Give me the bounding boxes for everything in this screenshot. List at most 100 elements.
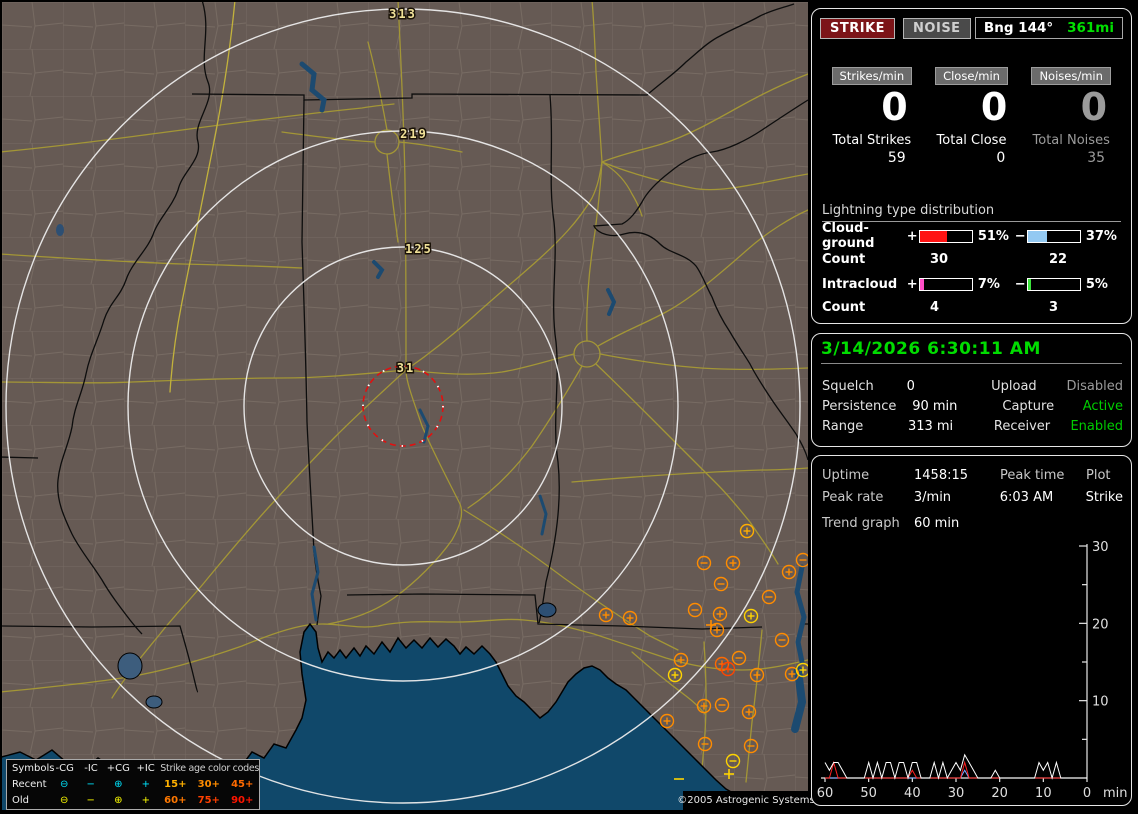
peak-time-value: 6:03 AM bbox=[999, 489, 1054, 505]
status-grid: Squelch 0 Upload Disabled Persistence 90 min C… bbox=[822, 376, 1123, 436]
counter-column: Close/min 0 Total Close 0 bbox=[922, 67, 1022, 166]
legend-age-label: Recent bbox=[12, 778, 47, 790]
uptime-value: 1458:15 bbox=[914, 467, 969, 483]
negative-count: 3 bbox=[1049, 299, 1059, 315]
rate-counters: Strikes/min 0 Total Strikes 59 Close/min 0 Tot… bbox=[822, 67, 1121, 166]
total-value: 0 bbox=[996, 149, 1006, 166]
trend-graph-window: 60 min bbox=[914, 516, 960, 531]
legend-symbols-header: Symbols bbox=[12, 762, 55, 774]
noises-per-min-button[interactable]: Noises/min bbox=[1031, 67, 1111, 85]
x-tick-label: 50 bbox=[860, 786, 877, 801]
status-label: Receiver bbox=[993, 418, 1051, 434]
status-value: Active bbox=[1082, 398, 1123, 414]
status-label: Capture bbox=[1002, 398, 1055, 414]
status-row: Persistence 90 min Capture Active bbox=[822, 396, 1123, 416]
distribution-row: Cloud-ground +51% − 37% bbox=[822, 221, 1121, 251]
negative-bar bbox=[1027, 229, 1081, 243]
rate-value: 0 bbox=[1080, 85, 1108, 129]
ring-distance-label: 313 bbox=[389, 7, 417, 21]
positive-count: 4 bbox=[930, 299, 940, 315]
legend-age-value: 90+ bbox=[231, 794, 254, 806]
legend-age-value: 75+ bbox=[197, 794, 220, 806]
total-value: 59 bbox=[887, 149, 906, 166]
legend-row: Old ⊖ − ⊕ +60+ 75+ 90+ bbox=[7, 792, 259, 808]
legend-age-label: Old bbox=[12, 794, 29, 806]
negative-percent: 37% bbox=[1085, 228, 1117, 244]
distribution-type-label: Cloud-ground bbox=[822, 221, 875, 251]
plus-sign: + bbox=[906, 276, 918, 292]
session-panel: Uptime 1458:15 Peak time Plot Peak rate … bbox=[811, 455, 1132, 806]
legend-symbol: − bbox=[86, 778, 95, 790]
bearing-readout: Bng 144° 361mi bbox=[974, 17, 1123, 39]
distribution-type-label: Intracloud bbox=[822, 276, 898, 292]
x-tick-label: 40 bbox=[904, 786, 921, 801]
positive-bar bbox=[919, 229, 973, 243]
total-label: Total Close bbox=[936, 132, 1007, 148]
positive-count: 30 bbox=[930, 251, 949, 267]
legend-row: Recent ⊖ − ⊕ +15+ 30+ 45+ bbox=[7, 776, 259, 792]
total-label: Total Noises bbox=[1032, 132, 1110, 148]
counter-column: Noises/min 0 Total Noises 35 bbox=[1021, 67, 1121, 166]
status-value: Disabled bbox=[1066, 378, 1123, 394]
y-tick-label: 20 bbox=[1092, 617, 1109, 632]
legend-age-value: 45+ bbox=[231, 778, 254, 790]
count-row: Count 30 22 bbox=[822, 248, 1121, 270]
symbol-legend: Symbols -CG -IC +CG +IC Strike age color… bbox=[6, 759, 260, 810]
peak-time-label: Peak time bbox=[1000, 467, 1065, 483]
strike-counters-panel: STRIKE NOISE Bng 144° 361mi Strikes/min 0 T… bbox=[811, 8, 1132, 324]
chart-axes bbox=[821, 544, 1088, 782]
rate-value: 0 bbox=[980, 85, 1008, 129]
legend-symbol: ⊕ bbox=[114, 778, 123, 790]
count-label: Count bbox=[822, 299, 866, 315]
legend-symbol: ⊖ bbox=[59, 778, 69, 790]
status-label: Upload bbox=[991, 378, 1037, 394]
peak-rate-value: 3/min bbox=[913, 489, 952, 505]
minus-sign: − bbox=[1014, 276, 1026, 292]
count-row: Count 4 3 bbox=[822, 296, 1121, 318]
negative-count: 22 bbox=[1049, 251, 1068, 267]
trend-graph-label: Trend graph bbox=[822, 516, 900, 531]
plot-label: Plot bbox=[1086, 467, 1111, 483]
trend-series-strikes-per-min bbox=[824, 753, 1087, 780]
x-tick-label: 0 bbox=[1083, 786, 1091, 801]
x-axis-unit: min bbox=[1103, 786, 1128, 801]
session-grid: Uptime 1458:15 Peak time Plot Peak rate … bbox=[822, 464, 1123, 536]
legend-symbol: + bbox=[141, 778, 150, 790]
datetime-display: 3/14/2026 6:30:11 AM bbox=[821, 339, 1122, 364]
negative-percent: 5% bbox=[1085, 276, 1108, 292]
ring-distance-label: 31 bbox=[397, 361, 415, 375]
x-tick-label: 30 bbox=[948, 786, 965, 801]
negative-bar bbox=[1027, 277, 1081, 291]
distribution-row: Intracloud +7% − 5% bbox=[822, 272, 1121, 296]
ring-distance-label: 219 bbox=[400, 127, 428, 141]
status-label: Persistence bbox=[822, 398, 897, 414]
peak-rate-label: Peak rate bbox=[822, 489, 884, 505]
strikes-per-min-button[interactable]: Strikes/min bbox=[831, 67, 913, 85]
status-label: Range bbox=[822, 418, 864, 434]
legend-age-header: Strike age color codes bbox=[160, 762, 260, 774]
positive-bar bbox=[919, 277, 973, 291]
copyright-text: ©2005 Astrogenic Systems bbox=[677, 791, 815, 810]
legend-symbol: + bbox=[141, 794, 150, 806]
x-tick-label: 10 bbox=[1035, 786, 1052, 801]
status-value: 0 bbox=[906, 378, 915, 394]
ring-distance-label: 125 bbox=[405, 242, 433, 256]
map-canvas: 313 219 125 31 bbox=[0, 0, 811, 814]
strike-mode-button[interactable]: STRIKE bbox=[820, 17, 896, 39]
total-label: Total Strikes bbox=[832, 132, 912, 148]
y-tick-label: 10 bbox=[1092, 695, 1109, 710]
legend-symbol: − bbox=[86, 794, 95, 806]
legend-symbol: ⊕ bbox=[114, 794, 123, 806]
lightning-distribution: Lightning type distribution Cloud-ground… bbox=[822, 203, 1121, 318]
rate-value: 0 bbox=[881, 85, 908, 129]
x-tick-label: 20 bbox=[991, 786, 1008, 801]
x-tick-label: 60 bbox=[817, 786, 834, 801]
lightning-map[interactable]: 313 219 125 31 Symbols -CG -IC +CG +IC Stri… bbox=[0, 0, 815, 814]
legend-symbol: ⊖ bbox=[59, 794, 69, 806]
bearing-value: Bng 144° bbox=[983, 20, 1054, 36]
plus-sign: + bbox=[906, 228, 918, 244]
noise-mode-button[interactable]: NOISE bbox=[903, 17, 971, 39]
close-per-min-button[interactable]: Close/min bbox=[935, 67, 1008, 85]
status-value: 313 mi bbox=[907, 418, 954, 434]
status-panel: 3/14/2026 6:30:11 AM Squelch 0 Upload Disab… bbox=[811, 333, 1132, 447]
